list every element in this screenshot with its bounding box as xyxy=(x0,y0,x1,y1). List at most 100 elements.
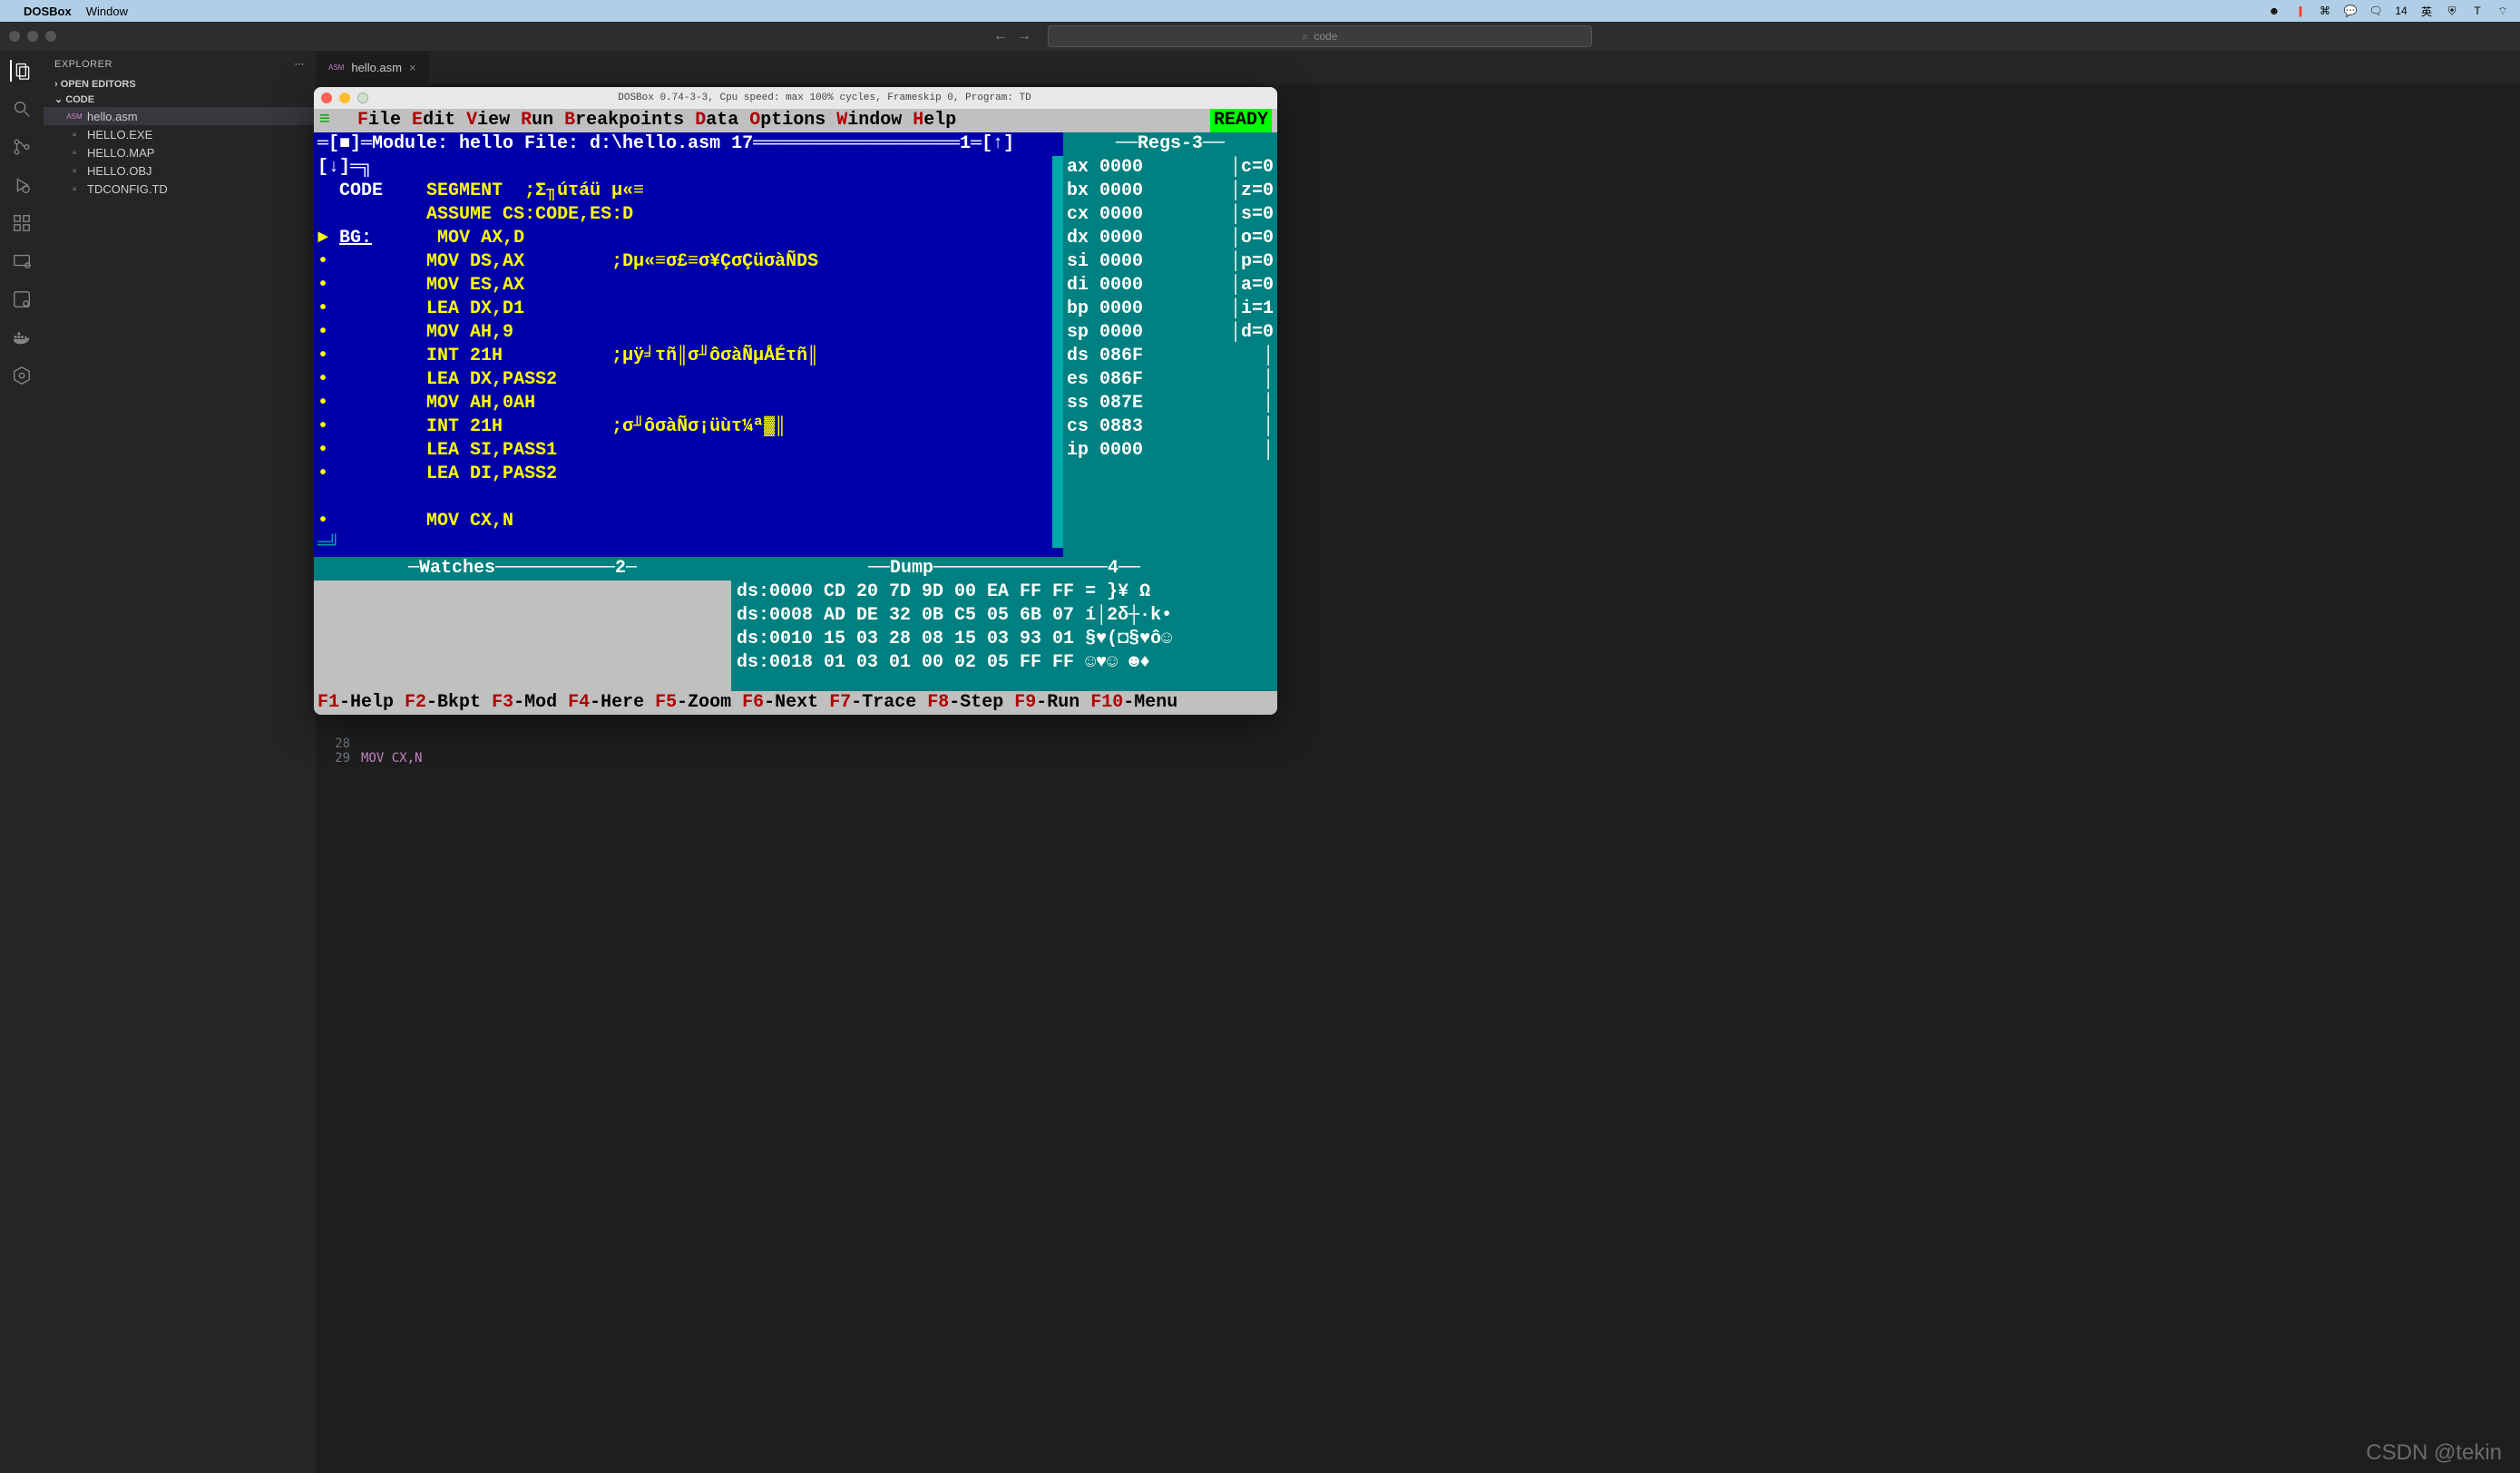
tab-hello-asm[interactable]: ASM hello.asm × xyxy=(316,51,430,83)
td-menu-window[interactable]: Window xyxy=(836,110,913,131)
td-menu-help[interactable]: Help xyxy=(913,110,956,131)
reg-row[interactable]: es 086F│ xyxy=(1067,368,1274,392)
nav-forward-icon[interactable]: → xyxy=(1017,28,1031,44)
file-hello-exe[interactable]: ≡HELLO.EXE xyxy=(44,125,316,143)
shield-icon[interactable]: ⛨ xyxy=(2444,3,2460,19)
db-minimize-icon[interactable] xyxy=(339,93,350,103)
db-close-icon[interactable] xyxy=(321,93,332,103)
td-menu-options[interactable]: Options xyxy=(749,110,836,131)
asm-line[interactable]: ► BG: MOV AX,D xyxy=(317,227,1060,250)
more-icon[interactable]: ⋯ xyxy=(295,58,306,70)
close-dot-icon[interactable] xyxy=(9,31,20,42)
status-face-icon[interactable]: ☻ xyxy=(2266,3,2282,19)
dump-line[interactable]: ds:0010 15 03 28 08 15 03 93 01 §♥(◘§♥ô☺ xyxy=(737,628,1272,651)
kubernetes-icon[interactable] xyxy=(11,365,33,386)
reg-row[interactable]: ax 0000│c=0 xyxy=(1067,156,1274,180)
t-icon[interactable]: T xyxy=(2469,3,2486,19)
td-menu-run[interactable]: Run xyxy=(521,110,564,131)
debug-icon[interactable] xyxy=(11,174,33,196)
asm-line[interactable]: • MOV ES,AX xyxy=(317,274,1060,298)
reg-row[interactable]: ds 086F│ xyxy=(1067,345,1274,368)
asm-line[interactable]: • LEA DI,PASS2 xyxy=(317,463,1060,486)
watches-panel[interactable]: ─Watches───────────2─ xyxy=(314,557,731,691)
reg-row[interactable]: ss 087E│ xyxy=(1067,392,1274,415)
fkey-f6[interactable]: F6-Next xyxy=(742,692,829,713)
minimize-dot-icon[interactable] xyxy=(27,31,38,42)
fkey-f4[interactable]: F4-Here xyxy=(568,692,655,713)
wifi-icon[interactable]: ⌔ xyxy=(2495,3,2511,19)
fkey-f2[interactable]: F2-Bkpt xyxy=(405,692,492,713)
remote-icon[interactable] xyxy=(11,250,33,272)
app-name[interactable]: DOSBox xyxy=(24,5,72,18)
watches-title: ─Watches───────────2─ xyxy=(314,557,731,580)
close-icon[interactable]: × xyxy=(409,61,416,74)
fkey-f5[interactable]: F5-Zoom xyxy=(655,692,742,713)
reg-row[interactable]: bp 0000│i=1 xyxy=(1067,298,1274,321)
reg-row[interactable]: cx 0000│s=0 xyxy=(1067,203,1274,227)
extensions-icon[interactable] xyxy=(11,212,33,234)
td-menu-view[interactable]: View xyxy=(466,110,521,131)
nav-back-icon[interactable]: ← xyxy=(993,28,1008,44)
asm-line[interactable]: • MOV AH,0AH xyxy=(317,392,1060,415)
asm-line[interactable] xyxy=(317,486,1060,510)
reg-row[interactable]: sp 0000│d=0 xyxy=(1067,321,1274,345)
fkey-f10[interactable]: F10-Menu xyxy=(1090,692,1177,713)
td-menu-breakpoints[interactable]: Breakpoints xyxy=(564,110,695,131)
terminal-icon[interactable]: ⌘ xyxy=(2317,3,2333,19)
code-folder-section[interactable]: CODE xyxy=(44,92,316,107)
regs-panel[interactable]: ──Regs-3── ax 0000│c=0bx 0000│z=0cx 0000… xyxy=(1063,132,1277,557)
settings-gear-icon[interactable] xyxy=(11,288,33,310)
wechat-icon[interactable]: 🗨 xyxy=(2368,3,2384,19)
explorer-icon[interactable] xyxy=(10,60,32,82)
ime-icon[interactable]: 英 xyxy=(2418,3,2435,19)
dump-line[interactable]: ds:0018 01 03 01 00 02 05 FF FF ☺♥☺ ☻♦ xyxy=(737,651,1272,675)
file-tdconfig-td[interactable]: ≡TDCONFIG.TD xyxy=(44,180,316,198)
search-activity-icon[interactable] xyxy=(11,98,33,120)
hamburger-icon[interactable]: ≡ xyxy=(319,109,330,132)
asm-line[interactable]: • MOV AH,9 xyxy=(317,321,1060,345)
asm-line[interactable]: • LEA SI,PASS1 xyxy=(317,439,1060,463)
asm-line[interactable]: • LEA DX,D1 xyxy=(317,298,1060,321)
reg-row[interactable]: dx 0000│o=0 xyxy=(1067,227,1274,250)
fkey-f8[interactable]: F8-Step xyxy=(927,692,1014,713)
td-menu-data[interactable]: Data xyxy=(695,110,749,131)
command-center[interactable]: ⌕ code xyxy=(1048,25,1592,47)
file-hello-map[interactable]: ≡HELLO.MAP xyxy=(44,143,316,161)
vscrollbar[interactable] xyxy=(1052,156,1063,548)
open-editors-section[interactable]: OPEN EDITORS xyxy=(44,77,316,92)
fkey-f1[interactable]: F1-Help xyxy=(317,692,405,713)
pause-icon[interactable]: || xyxy=(2291,3,2308,19)
traffic-lights[interactable] xyxy=(9,31,56,42)
fkey-f9[interactable]: F9-Run xyxy=(1014,692,1090,713)
module-panel[interactable]: ═[■]═Module: hello File: d:\hello.asm 17… xyxy=(314,132,1063,557)
dump-line[interactable]: ds:0008 AD DE 32 0B C5 05 6B 07 í│2δ┼∙k• xyxy=(737,604,1272,628)
asm-line[interactable]: ASSUME CS:CODE,ES:D xyxy=(317,203,1060,227)
reg-row[interactable]: si 0000│p=0 xyxy=(1067,250,1274,274)
asm-line[interactable]: CODE SEGMENT ;Σ╖úτáü µ«≡ xyxy=(317,180,1060,203)
dump-line[interactable]: ds:0000 CD 20 7D 9D 00 EA FF FF = }¥ Ω xyxy=(737,580,1272,604)
db-zoom-icon[interactable] xyxy=(357,93,368,103)
asm-line[interactable]: • LEA DX,PASS2 xyxy=(317,368,1060,392)
scm-icon[interactable] xyxy=(11,136,33,158)
reg-row[interactable]: cs 0883│ xyxy=(1067,415,1274,439)
asm-line[interactable]: • INT 21H ;σ╜ôσàÑσ¡üùτ¼ª▓║ xyxy=(317,415,1060,439)
menu-window[interactable]: Window xyxy=(86,5,128,18)
explorer-title: EXPLORER xyxy=(54,59,112,70)
td-menu-file[interactable]: File xyxy=(357,110,412,131)
zoom-dot-icon[interactable] xyxy=(45,31,56,42)
reg-row[interactable]: ip 0000│ xyxy=(1067,439,1274,463)
td-menu-edit[interactable]: Edit xyxy=(412,110,466,131)
chat-icon[interactable]: 💬 xyxy=(2342,3,2359,19)
fkey-f3[interactable]: F3-Mod xyxy=(492,692,568,713)
fkey-f7[interactable]: F7-Trace xyxy=(829,692,927,713)
reg-row[interactable]: bx 0000│z=0 xyxy=(1067,180,1274,203)
asm-line[interactable]: • MOV CX,N xyxy=(317,510,1060,533)
asm-line[interactable]: • MOV DS,AX ;Dµ«≡σ£≡σ¥ÇσÇüσàÑDS xyxy=(317,250,1060,274)
asm-line[interactable]: • INT 21H ;µÿ╛τñ║σ╜ôσàÑµÅÉτñ║ xyxy=(317,345,1060,368)
file-hello-obj[interactable]: ≡HELLO.OBJ xyxy=(44,161,316,180)
file-hello-asm[interactable]: ASMhello.asm xyxy=(44,107,316,125)
docker-icon[interactable] xyxy=(11,327,33,348)
dosbox-window[interactable]: DOSBox 0.74-3-3, Cpu speed: max 100% cyc… xyxy=(314,87,1277,715)
reg-row[interactable]: di 0000│a=0 xyxy=(1067,274,1274,298)
dump-panel[interactable]: ──Dump────────────────4── ds:0000 CD 20 … xyxy=(731,557,1277,691)
